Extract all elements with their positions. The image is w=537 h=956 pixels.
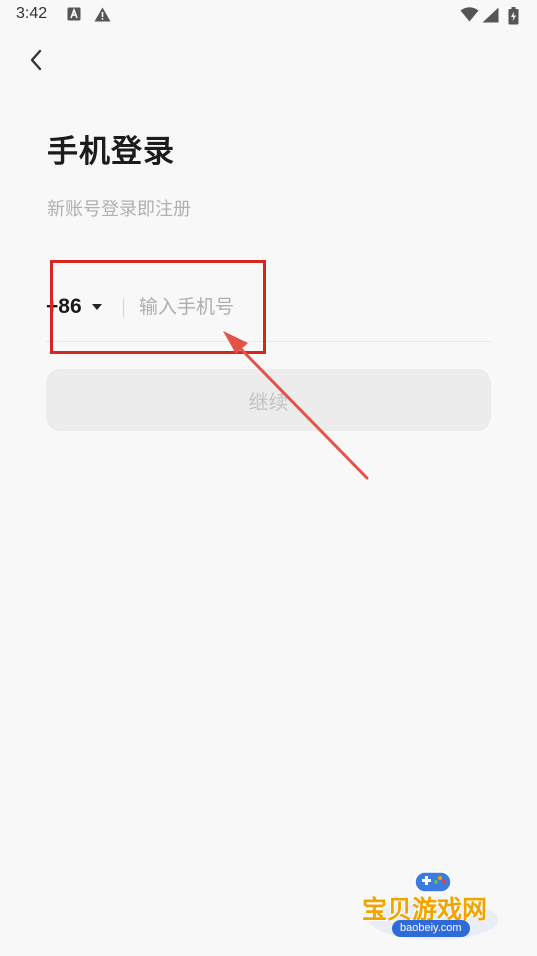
wifi-icon <box>460 7 479 22</box>
signal-icon <box>482 7 499 23</box>
a-notification-icon <box>67 7 81 21</box>
battery-icon <box>508 7 519 25</box>
status-time: 3:42 <box>16 5 48 22</box>
watermark-logo: 宝贝游戏网 baobeiy.com <box>362 866 504 948</box>
continue-button[interactable]: 继续 <box>46 369 491 431</box>
warning-icon <box>94 7 111 22</box>
chevron-left-icon <box>30 49 42 71</box>
watermark-domain: baobeiy.com <box>392 920 470 937</box>
status-bar: 3:42 <box>0 0 537 32</box>
annotation-highlight-box <box>50 260 266 354</box>
back-button[interactable] <box>18 42 54 78</box>
page-title: 手机登录 <box>47 134 175 170</box>
page-subtitle: 新账号登录即注册 <box>47 199 191 220</box>
